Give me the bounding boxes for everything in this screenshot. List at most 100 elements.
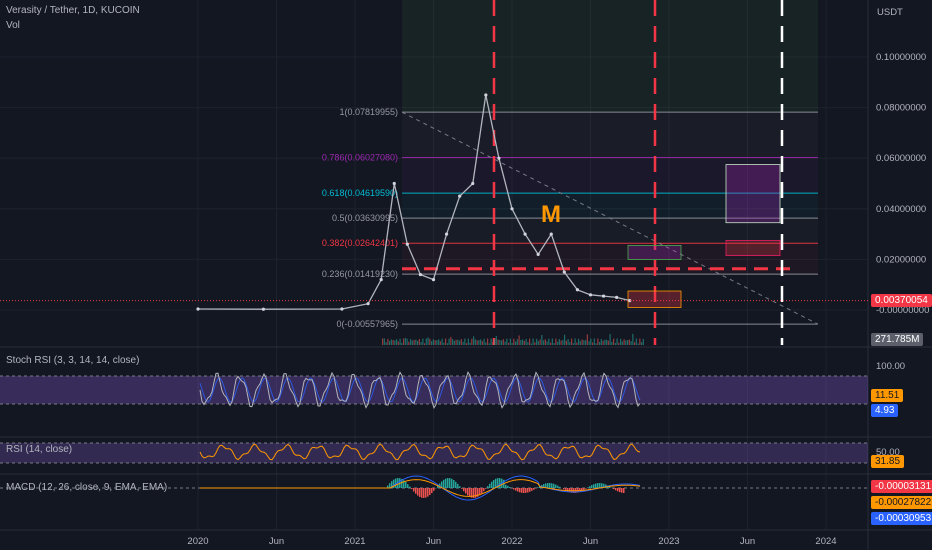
macd-title: MACD (12, 26, close, 9, EMA, EMA) — [6, 482, 168, 493]
macd-histogram-bar — [433, 488, 435, 491]
volume-bar — [411, 340, 413, 345]
macd-histogram-bar — [449, 478, 451, 488]
volume-bar — [539, 339, 541, 345]
volume-bar — [588, 341, 590, 345]
volume-bar — [581, 339, 583, 345]
volume-legend: Vol — [6, 20, 20, 31]
macd-histogram-bar — [619, 488, 621, 493]
chart-canvas[interactable]: 1(0.07819955) 0.786(0.06027080) 0.618(0.04… — [0, 0, 932, 550]
macd-histogram-bar — [413, 488, 415, 492]
macd-histogram-bar — [409, 486, 411, 488]
macd-hist-tag: -0.00003131 — [871, 480, 932, 493]
volume-bar — [530, 343, 532, 345]
macd-histogram-bar — [597, 483, 599, 488]
target-box — [725, 240, 781, 257]
time-axis-tick: 2023 — [658, 536, 679, 547]
macd-histogram-bar — [533, 488, 535, 490]
volume-bar — [509, 338, 511, 345]
volume-bar — [455, 339, 457, 345]
symbol-title: Verasity / Tether, 1D, KUCOIN — [6, 5, 140, 16]
volume-bar — [546, 341, 548, 345]
volume-bar — [404, 337, 406, 345]
price-point — [418, 272, 423, 277]
volume-bar — [527, 342, 529, 345]
pattern-annotation: M — [541, 201, 561, 228]
volume-bar — [406, 338, 408, 345]
volume-bar — [567, 338, 569, 345]
volume-bar — [401, 342, 403, 345]
volume-bar — [585, 340, 587, 345]
volume-bar — [593, 338, 595, 345]
volume-bar — [408, 341, 410, 345]
macd-histogram-bar — [531, 488, 533, 491]
macd-histogram-bar — [467, 488, 469, 496]
macd-histogram-bar — [443, 479, 445, 488]
price-point — [549, 232, 553, 236]
macd-histogram-bar — [547, 483, 549, 488]
trading-chart: 1(0.07819955) 0.786(0.06027080) 0.618(0.04… — [0, 0, 932, 550]
macd-histogram-bar — [455, 481, 457, 488]
price-point — [444, 232, 449, 236]
volume-bar — [578, 338, 580, 345]
macd-histogram-bar — [519, 488, 521, 493]
target-box — [725, 164, 781, 224]
macd-histogram-bar — [417, 488, 419, 496]
macd-histogram-bar — [453, 480, 455, 488]
price-point — [196, 307, 200, 311]
volume-bar — [446, 343, 448, 345]
volume-bar — [639, 338, 641, 345]
volume-bar — [467, 338, 469, 345]
price-point — [588, 293, 593, 297]
volume-bar — [604, 339, 606, 345]
price-point — [562, 270, 566, 274]
macd-histogram-bar — [553, 483, 555, 488]
volume-bar — [422, 338, 424, 345]
current-price-tag: 0.00370054 — [871, 294, 932, 307]
volume-bar — [399, 338, 401, 345]
volume-bar — [569, 341, 571, 345]
macd-histogram-bar — [491, 481, 493, 488]
volume-bar — [597, 338, 599, 345]
volume-bar — [632, 333, 634, 345]
macd-histogram-bar — [485, 488, 487, 489]
time-axis-tick: Jun — [426, 536, 441, 547]
volume-bar — [418, 338, 420, 345]
macd-histogram-bar — [595, 483, 597, 488]
volume-bar — [602, 340, 604, 345]
volume-bar — [425, 338, 427, 345]
volume-bar — [471, 338, 473, 345]
volume-bar — [450, 336, 452, 345]
stoch-d-tag: 4.93 — [871, 404, 899, 417]
price-point — [536, 252, 540, 256]
volume-bar — [459, 340, 461, 345]
volume-bar — [572, 343, 574, 345]
volume-bar — [522, 339, 524, 345]
volume-bar — [424, 343, 426, 345]
volume-bar — [396, 339, 398, 345]
stoch-axis-tick: 100.00 — [876, 361, 905, 372]
price-point — [484, 93, 488, 97]
macd-histogram-bar — [419, 488, 421, 497]
volume-bar — [641, 342, 643, 345]
volume-bar — [642, 338, 644, 345]
volume-bar — [579, 341, 581, 345]
volume-bar — [480, 339, 482, 345]
price-point — [575, 288, 580, 292]
volume-bar — [595, 343, 597, 345]
volume-bar — [473, 336, 475, 345]
volume-bar — [562, 339, 564, 345]
volume-bar — [434, 340, 436, 345]
volume-bar — [571, 338, 573, 345]
fib-level-label: 1(0.07819955) — [339, 107, 398, 117]
volume-bar — [586, 334, 588, 345]
volume-bar — [485, 342, 487, 345]
macd-histogram-bar — [407, 484, 409, 488]
volume-bar — [614, 343, 616, 345]
volume-bar — [630, 341, 632, 345]
price-point — [405, 242, 409, 246]
volume-bar — [537, 341, 539, 345]
volume-bar — [627, 340, 629, 345]
macd-histogram-bar — [415, 488, 417, 494]
macd-histogram-bar — [505, 484, 507, 488]
volume-bar — [436, 340, 438, 345]
